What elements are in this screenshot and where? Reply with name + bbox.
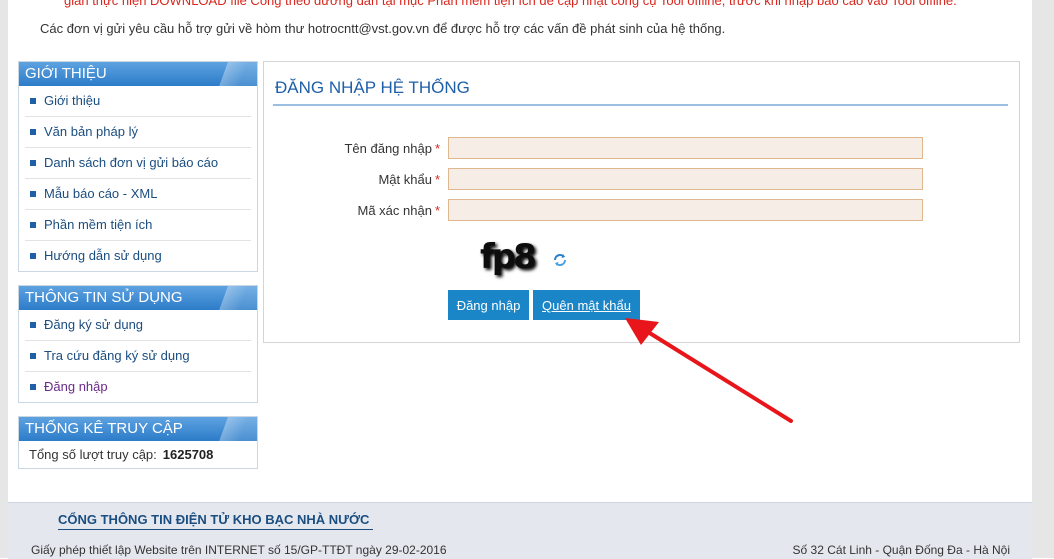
required-mark: * — [434, 141, 440, 156]
sidebar-item-huong-dan-su-dung[interactable]: Hướng dẫn sử dụng — [25, 241, 251, 271]
square-bullet-icon — [30, 98, 36, 104]
password-input[interactable] — [448, 168, 923, 190]
username-label-text: Tên đăng nhập — [344, 141, 432, 156]
sidebar-item-gioi-thieu[interactable]: Giới thiệu — [25, 86, 251, 117]
sidebar-usage-box: THÔNG TIN SỬ DỤNG Đăng ký sử dụng Tra cứ… — [18, 285, 258, 403]
sidebar-item-label: Văn bản pháp lý — [44, 124, 138, 139]
sidebar-item-mau-bao-cao-xml[interactable]: Mẫu báo cáo - XML — [25, 179, 251, 210]
sidebar-item-label: Danh sách đơn vị gửi báo cáo — [44, 155, 219, 170]
login-panel: ĐĂNG NHẬP HỆ THỐNG Tên đăng nhập * Mật kh… — [263, 61, 1020, 343]
required-mark: * — [434, 172, 440, 187]
visit-counter: Tổng số lượt truy cập: 1625708 — [19, 441, 257, 468]
sidebar-item-label: Phần mềm tiện ích — [44, 217, 153, 232]
square-bullet-icon — [30, 129, 36, 135]
sidebar-item-dang-ky-su-dung[interactable]: Đăng ký sử dụng — [25, 310, 251, 341]
sidebar-item-tra-cuu-dang-ky[interactable]: Tra cứu đăng ký sử dụng — [25, 341, 251, 372]
sidebar-intro-box: GIỚI THIỆU Giới thiệu Văn bản pháp lý Da… — [18, 61, 258, 272]
captcha-input[interactable] — [448, 199, 923, 221]
sidebar-item-label: Đăng nhập — [44, 379, 108, 394]
footer-license-text: Giấy phép thiết lập Website trên INTERNE… — [31, 543, 447, 557]
top-notice-text: gian thực hiện DOWNLOAD file Công theo đ… — [64, 0, 957, 8]
login-button[interactable]: Đăng nhập — [448, 290, 529, 320]
square-bullet-icon — [30, 384, 36, 390]
title-divider — [273, 104, 1008, 106]
support-notice-text: Các đơn vị gửi yêu cầu hỗ trợ gửi về hòm… — [40, 21, 726, 36]
left-margin — [0, 0, 8, 558]
sidebar-usage-menu: Đăng ký sử dụng Tra cứu đăng ký sử dụng … — [19, 310, 257, 402]
sidebar-item-label: Mẫu báo cáo - XML — [44, 186, 158, 201]
footer-title-link[interactable]: CỔNG THÔNG TIN ĐIỆN TỬ KHO BẠC NHÀ NƯỚC — [58, 512, 374, 530]
square-bullet-icon — [30, 253, 36, 259]
sidebar-intro-title: GIỚI THIỆU — [19, 62, 257, 86]
sidebar-item-van-ban-phap-ly[interactable]: Văn bản pháp lý — [25, 117, 251, 148]
footer-address-text: Số 32 Cát Linh - Quận Đống Đa - Hà Nội — [792, 543, 1010, 557]
captcha-text: fp8 — [480, 237, 535, 277]
page-container: gian thực hiện DOWNLOAD file Công theo đ… — [8, 0, 1032, 558]
refresh-icon[interactable] — [552, 252, 568, 268]
sidebar-item-dang-nhap[interactable]: Đăng nhập — [25, 372, 251, 402]
forgot-password-button[interactable]: Quên mật khẩu — [533, 290, 640, 320]
sidebar-item-label: Giới thiệu — [44, 93, 101, 108]
sidebar-item-phan-mem-tien-ich[interactable]: Phần mềm tiện ích — [25, 210, 251, 241]
username-label: Tên đăng nhập * — [270, 141, 440, 156]
captcha-label: Mã xác nhận * — [270, 203, 441, 218]
sidebar-item-label: Tra cứu đăng ký sử dụng — [44, 348, 190, 363]
square-bullet-icon — [30, 322, 36, 328]
captcha-image: fp8 — [480, 237, 538, 277]
sidebar-item-label: Đăng ký sử dụng — [44, 317, 144, 332]
sidebar-stats-title: THỐNG KÊ TRUY CẬP — [19, 417, 257, 441]
square-bullet-icon — [30, 160, 36, 166]
sidebar-item-danh-sach-don-vi[interactable]: Danh sách đơn vị gửi báo cáo — [25, 148, 251, 179]
password-label-text: Mật khẩu — [378, 172, 432, 187]
sidebar-intro-menu: Giới thiệu Văn bản pháp lý Danh sách đơn… — [19, 86, 257, 271]
square-bullet-icon — [30, 191, 36, 197]
visit-counter-label: Tổng số lượt truy cập: — [29, 447, 157, 462]
sidebar-usage-title: THÔNG TIN SỬ DỤNG — [19, 286, 257, 310]
right-margin — [1032, 0, 1054, 558]
visit-counter-value: 1625708 — [162, 447, 214, 462]
footer: CỔNG THÔNG TIN ĐIỆN TỬ KHO BẠC NHÀ NƯỚC … — [8, 502, 1032, 559]
required-mark: * — [434, 203, 440, 218]
sidebar-stats-box: THỐNG KÊ TRUY CẬP Tổng số lượt truy cập:… — [18, 416, 258, 469]
square-bullet-icon — [30, 222, 36, 228]
password-label: Mật khẩu * — [270, 172, 440, 187]
username-input[interactable] — [448, 137, 923, 159]
sidebar-item-label: Hướng dẫn sử dụng — [44, 248, 162, 263]
login-title: ĐĂNG NHẬP HỆ THỐNG — [275, 78, 470, 97]
square-bullet-icon — [30, 353, 36, 359]
captcha-label-text: Mã xác nhận — [357, 203, 432, 218]
